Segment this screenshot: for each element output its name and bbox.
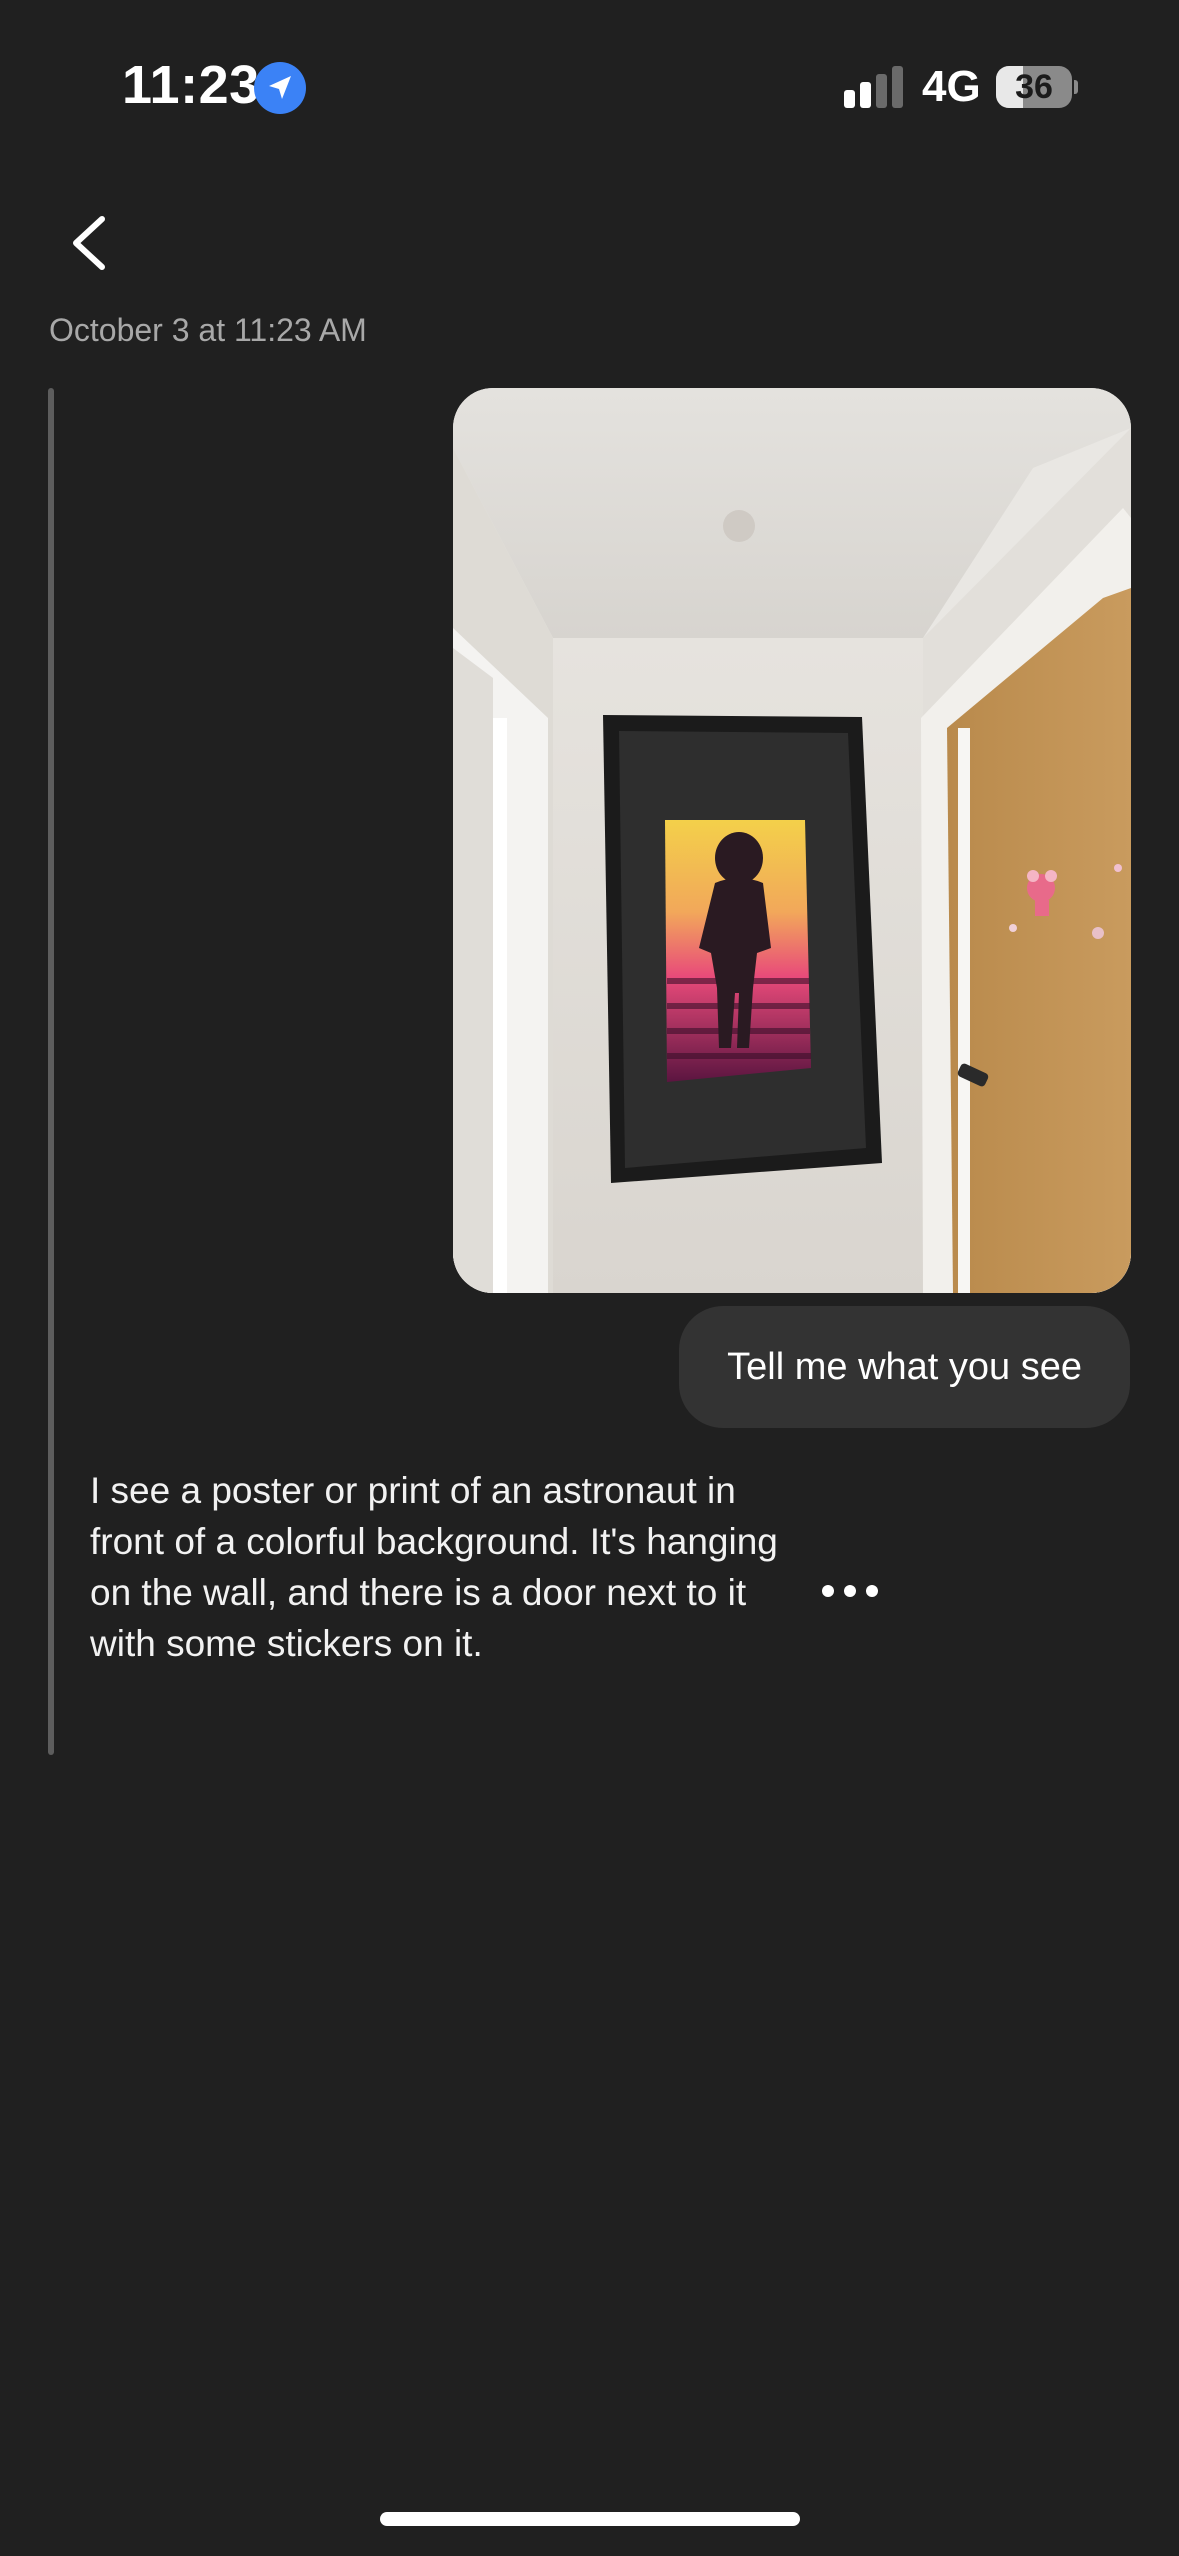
more-options-button[interactable] (814, 1568, 886, 1614)
status-bar: 11:23 4G 36 (0, 0, 1179, 170)
more-horizontal-icon (822, 1585, 878, 1597)
thread-line (48, 388, 54, 1755)
sent-photo[interactable] (453, 388, 1131, 1293)
battery-indicator: 36 (996, 66, 1078, 108)
cellular-signal-icon (844, 66, 904, 110)
back-button[interactable] (56, 205, 126, 281)
home-indicator[interactable] (380, 2512, 800, 2526)
user-message-bubble[interactable]: Tell me what you see (679, 1306, 1130, 1428)
battery-level: 36 (1015, 68, 1053, 106)
network-type: 4G (922, 62, 981, 111)
message-timestamp: October 3 at 11:23 AM (49, 312, 367, 348)
ai-response-text: I see a poster or print of an astronaut … (90, 1470, 778, 1664)
chevron-left-icon (73, 216, 105, 270)
status-time: 11:23 (122, 55, 260, 115)
location-arrow-icon (254, 62, 306, 114)
